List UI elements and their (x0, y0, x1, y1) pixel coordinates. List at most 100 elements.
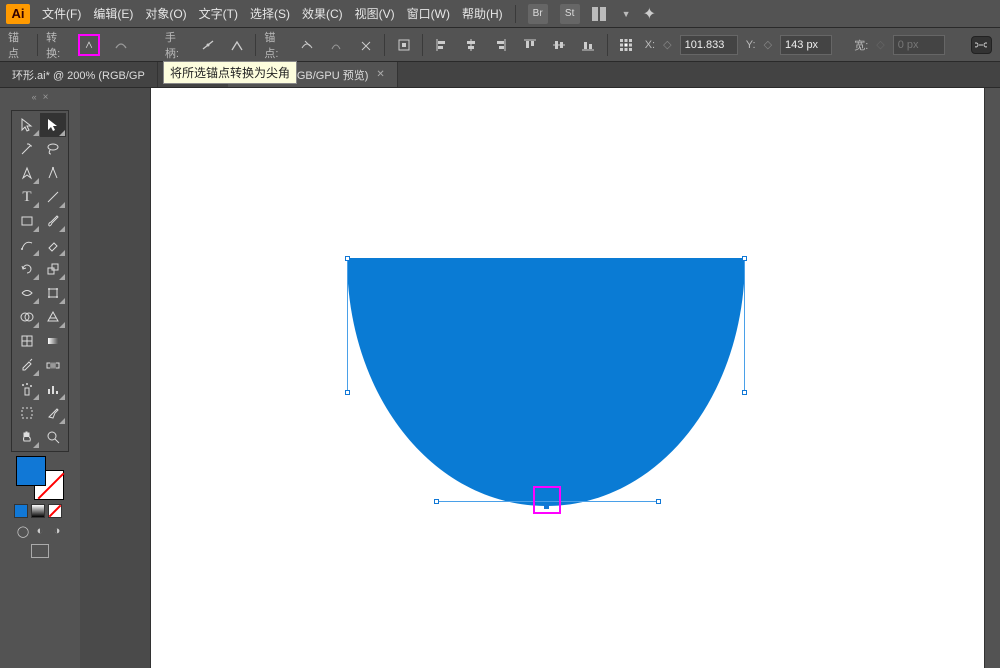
menu-edit[interactable]: 编辑(E) (93, 5, 133, 22)
artboard[interactable] (150, 88, 984, 668)
bezier-handle-line (347, 260, 348, 392)
isolate-button[interactable] (393, 34, 414, 56)
anchor-point[interactable] (345, 256, 350, 261)
y-value-input[interactable]: 143 px (780, 35, 832, 55)
rectangle-tool[interactable] (14, 209, 40, 233)
magic-wand-tool[interactable] (14, 137, 40, 161)
arrange-documents-icon[interactable] (592, 7, 610, 21)
fill-swatch[interactable] (16, 456, 46, 486)
menu-object[interactable]: 对象(O) (145, 5, 186, 22)
tools-panel: T (11, 110, 69, 452)
gpu-icon[interactable]: ✦ (643, 4, 656, 24)
slice-tool[interactable] (40, 401, 66, 425)
handle-show-button[interactable] (197, 34, 218, 56)
color-mode-gradient[interactable] (31, 504, 45, 518)
direct-selection-tool[interactable] (40, 113, 66, 137)
anchor2-label: 锚点: (264, 29, 288, 61)
connect-anchor-button[interactable] (326, 34, 347, 56)
x-label: X: (645, 39, 655, 51)
document-tab-bar: 环形.ai* @ 200% (RGB/GP @ 400% (RGB/GPU 预览… (0, 62, 1000, 88)
convert-label: 转换: (46, 29, 70, 61)
eyedropper-tool[interactable] (14, 353, 40, 377)
lasso-tool[interactable] (40, 137, 66, 161)
scale-tool[interactable] (40, 257, 66, 281)
main-area: « × T (0, 88, 1000, 668)
close-icon[interactable]: ✕ (376, 69, 384, 80)
perspective-tool[interactable] (40, 305, 66, 329)
bezier-handle-point[interactable] (742, 390, 747, 395)
app-logo: Ai (6, 4, 30, 24)
tools-column: « × T (0, 88, 80, 668)
type-tool[interactable]: T (14, 185, 40, 209)
menu-bar: Ai 文件(F) 编辑(E) 对象(O) 文字(T) 选择(S) 效果(C) 视… (0, 0, 1000, 28)
rotate-tool[interactable] (14, 257, 40, 281)
align-vcenter-button[interactable] (548, 34, 569, 56)
w-value-input[interactable]: 0 px (893, 35, 945, 55)
blend-tool[interactable] (40, 353, 66, 377)
panel-collapse-icon[interactable]: « (32, 92, 39, 102)
menu-help[interactable]: 帮助(H) (462, 5, 503, 22)
panel-gap (80, 88, 140, 668)
menu-effect[interactable]: 效果(C) (302, 5, 343, 22)
draw-inside[interactable]: ◑ (50, 524, 64, 538)
cut-path-button[interactable] (355, 34, 376, 56)
tooltip: 将所选锚点转换为尖角 (163, 61, 297, 84)
artboard-tool[interactable] (14, 401, 40, 425)
remove-anchor-button[interactable] (297, 34, 318, 56)
y-label: Y: (746, 39, 756, 51)
align-hcenter-button[interactable] (461, 34, 482, 56)
shaper-tool[interactable] (14, 233, 40, 257)
link-wh-button[interactable] (971, 36, 992, 54)
hand-tool[interactable] (14, 425, 40, 449)
convert-to-corner-button[interactable] (78, 34, 100, 56)
gradient-tool[interactable] (40, 329, 66, 353)
anchor-label: 锚点 (8, 29, 29, 61)
document-tab-1[interactable]: 环形.ai* @ 200% (RGB/GP (0, 62, 158, 87)
selection-tool[interactable] (14, 113, 40, 137)
bridge-icon[interactable]: Br (528, 4, 548, 24)
draw-behind[interactable]: ◐ (33, 524, 47, 538)
shape-builder-tool[interactable] (14, 305, 40, 329)
bezier-handle-line (744, 260, 745, 392)
menu-file[interactable]: 文件(F) (42, 5, 81, 22)
w-label: 宽: (854, 37, 868, 53)
menu-type[interactable]: 文字(T) (199, 5, 238, 22)
free-transform-tool[interactable] (40, 281, 66, 305)
zoom-tool[interactable] (40, 425, 66, 449)
reference-point-icon[interactable] (616, 34, 637, 56)
width-tool[interactable] (14, 281, 40, 305)
draw-normal[interactable]: ◯ (16, 524, 30, 538)
menu-select[interactable]: 选择(S) (250, 5, 290, 22)
curvature-tool[interactable] (40, 161, 66, 185)
align-top-button[interactable] (519, 34, 540, 56)
mesh-tool[interactable] (14, 329, 40, 353)
convert-to-smooth-button[interactable] (110, 34, 131, 56)
screen-mode-button[interactable] (31, 544, 49, 558)
bezier-handle-point[interactable] (345, 390, 350, 395)
handle-hide-button[interactable] (226, 34, 247, 56)
control-bar: 锚点 转换: 手柄: 锚点: X: ◇ 101.833 Y: ◇ 143 px … (0, 28, 1000, 62)
x-value-input[interactable]: 101.833 (680, 35, 738, 55)
align-left-button[interactable] (431, 34, 452, 56)
graph-tool[interactable] (40, 377, 66, 401)
paintbrush-tool[interactable] (40, 209, 66, 233)
color-mode-none[interactable] (48, 504, 62, 518)
anchor-point[interactable] (742, 256, 747, 261)
menu-window[interactable]: 窗口(W) (407, 5, 450, 22)
eraser-tool[interactable] (40, 233, 66, 257)
bezier-handle-point[interactable] (656, 499, 661, 504)
line-tool[interactable] (40, 185, 66, 209)
symbol-sprayer-tool[interactable] (14, 377, 40, 401)
screen-mode-row (14, 544, 66, 558)
pen-tool[interactable] (14, 161, 40, 185)
menu-view[interactable]: 视图(V) (355, 5, 395, 22)
bezier-handle-point[interactable] (434, 499, 439, 504)
half-circle-shape[interactable] (347, 258, 745, 508)
color-mode-solid[interactable] (14, 504, 28, 518)
color-mode-row (14, 504, 66, 518)
fill-stroke-swatch[interactable] (14, 456, 66, 502)
align-bottom-button[interactable] (577, 34, 598, 56)
stock-icon[interactable]: St (560, 4, 580, 24)
align-right-button[interactable] (490, 34, 511, 56)
right-panel-strip[interactable] (984, 88, 1000, 668)
